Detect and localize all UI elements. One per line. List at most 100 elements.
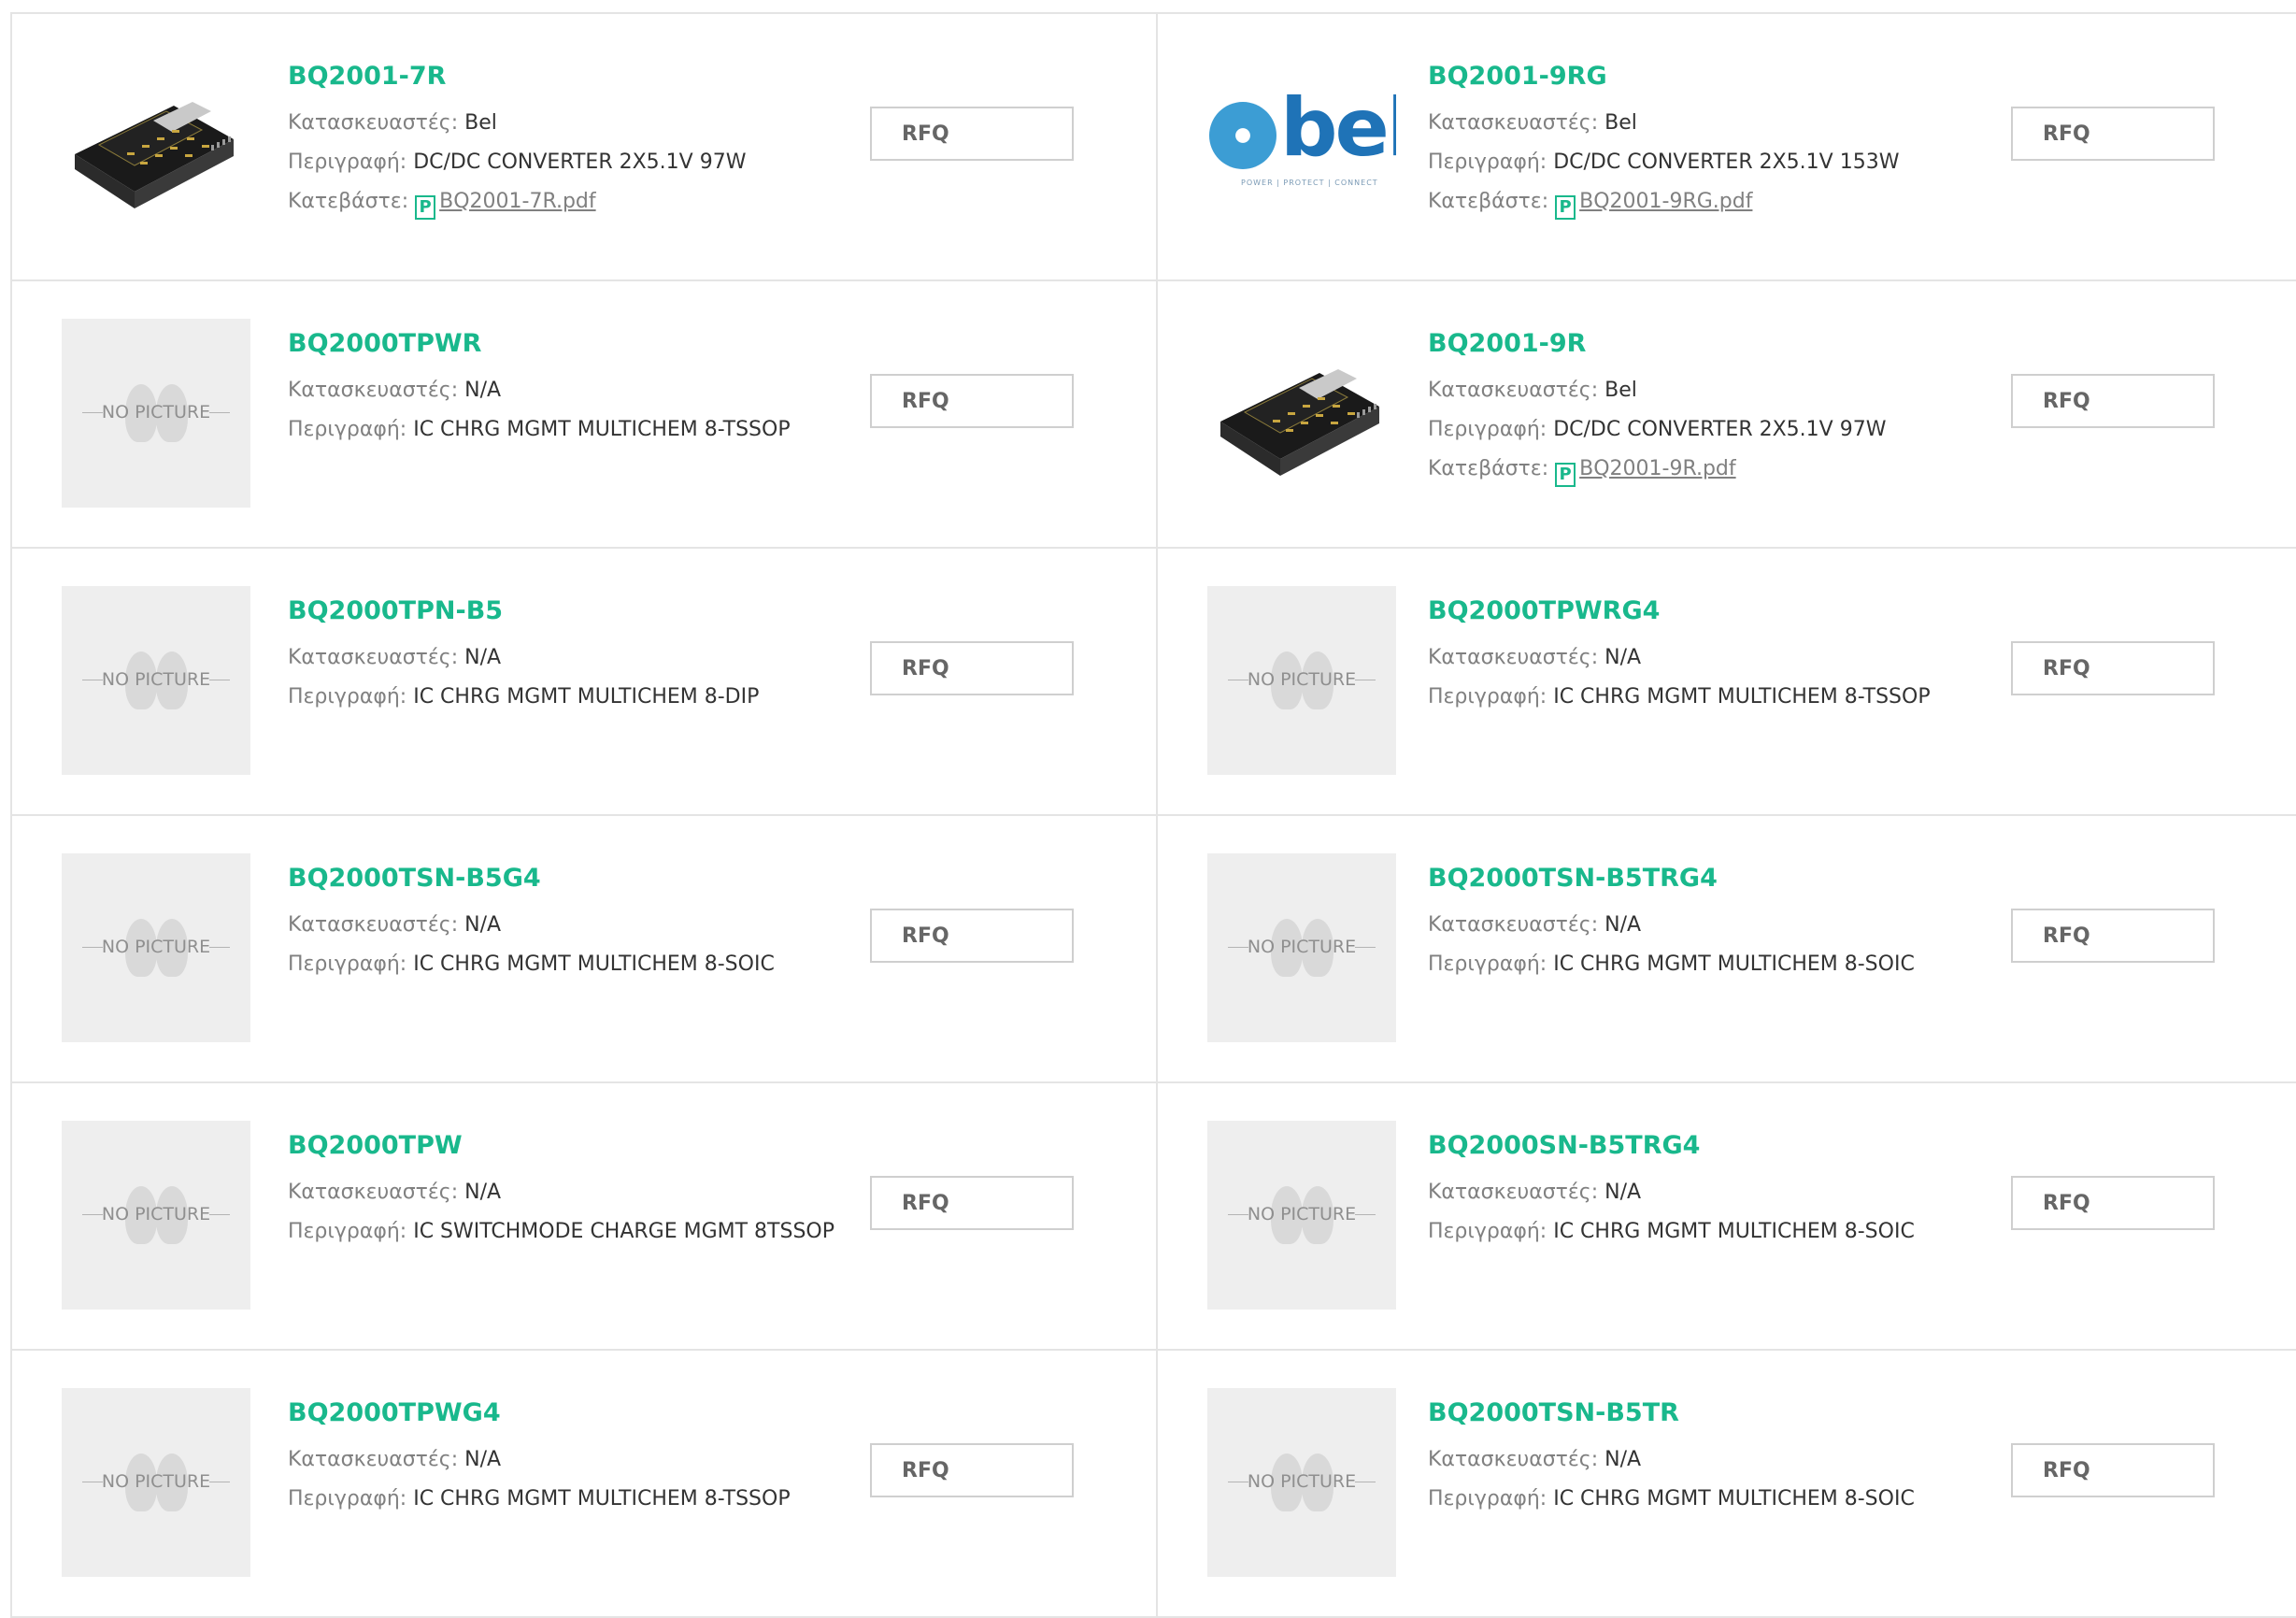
product-thumbnail[interactable]: NO PICTURE (62, 1388, 250, 1577)
rfq-button[interactable]: RFQ (870, 1176, 1074, 1230)
rfq-button[interactable]: RFQ (870, 641, 1074, 695)
part-number-link[interactable]: BQ2000TSN-B5TRG4 (1428, 863, 1989, 895)
manufacturer-label: Κατασκευαστές: (288, 111, 459, 135)
manufacturer-row: Κατασκευαστές: N/A (288, 1440, 849, 1480)
manufacturer-value: N/A (1604, 1448, 1642, 1471)
description-value: DC/DC CONVERTER 2X5.1V 97W (413, 150, 747, 174)
description-row: Περιγραφή: IC CHRG MGMT MULTICHEM 8-SOIC (288, 945, 849, 984)
manufacturer-row: Κατασκευαστές: N/A (288, 638, 849, 678)
bel-logo-tagline: POWER | PROTECT | CONNECT (1241, 179, 1378, 187)
product-info: BQ2000TSN-B5TRG4 Κατασκευαστές: N/A Περι… (1428, 863, 1989, 984)
download-label: Κατεβάστε: (1428, 190, 1549, 213)
manufacturer-row: Κατασκευαστές: N/A (288, 1173, 849, 1212)
product-info: BQ2001-9RG Κατασκευαστές: Bel Περιγραφή:… (1428, 61, 1989, 222)
description-row: Περιγραφή: IC CHRG MGMT MULTICHEM 8-SOIC (1428, 1212, 1989, 1252)
no-picture-label: NO PICTURE (1247, 1471, 1357, 1492)
product-thumbnail[interactable] (62, 51, 250, 240)
description-row: Περιγραφή: IC CHRG MGMT MULTICHEM 8-DIP (288, 678, 849, 717)
pdf-icon: P (1555, 463, 1576, 487)
description-label: Περιγραφή: (1428, 150, 1547, 174)
part-number-link[interactable]: BQ2000TPW (288, 1130, 849, 1162)
part-number-link[interactable]: BQ2000TSN-B5TR (1428, 1397, 1989, 1429)
rfq-button[interactable]: RFQ (2011, 909, 2215, 963)
part-number-link[interactable]: BQ2000SN-B5TRG4 (1428, 1130, 1989, 1162)
download-row: Κατεβάστε: P BQ2001-7R.pdf (288, 182, 849, 222)
no-picture-placeholder: NO PICTURE (62, 586, 250, 775)
product-info: BQ2000TPWRG4 Κατασκευαστές: N/A Περιγραφ… (1428, 595, 1989, 717)
download-label: Κατεβάστε: (1428, 457, 1549, 480)
manufacturer-row: Κατασκευαστές: N/A (288, 371, 849, 410)
manufacturer-row: Κατασκευαστές: N/A (1428, 638, 1989, 678)
rfq-button[interactable]: RFQ (2011, 1176, 2215, 1230)
no-picture-placeholder: NO PICTURE (62, 1121, 250, 1310)
description-value: IC CHRG MGMT MULTICHEM 8-DIP (413, 685, 760, 709)
no-picture-label: NO PICTURE (101, 402, 211, 422)
product-thumbnail[interactable]: bel POWER | PROTECT | CONNECT (1207, 51, 1396, 240)
manufacturer-row: Κατασκευαστές: Bel (1428, 104, 1989, 143)
manufacturer-value: N/A (464, 1181, 502, 1204)
part-number-link[interactable]: BQ2001-9RG (1428, 61, 1989, 93)
product-card: NO PICTURE BQ2000TPWR Κατασκευαστές: N/A… (12, 281, 1158, 549)
pdf-icon: P (1555, 195, 1576, 220)
manufacturer-row: Κατασκευαστές: N/A (288, 906, 849, 945)
product-thumbnail[interactable] (1207, 319, 1396, 508)
rfq-button[interactable]: RFQ (870, 909, 1074, 963)
product-thumbnail[interactable]: NO PICTURE (62, 319, 250, 508)
rfq-button[interactable]: RFQ (870, 374, 1074, 428)
product-thumbnail[interactable]: NO PICTURE (62, 1121, 250, 1310)
description-label: Περιγραφή: (288, 1220, 407, 1243)
manufacturer-label: Κατασκευαστές: (1428, 1448, 1599, 1471)
rfq-button[interactable]: RFQ (2011, 107, 2215, 161)
product-thumbnail[interactable]: NO PICTURE (1207, 1121, 1396, 1310)
description-row: Περιγραφή: DC/DC CONVERTER 2X5.1V 97W (1428, 410, 1989, 450)
no-picture-label: NO PICTURE (101, 1471, 211, 1492)
manufacturer-label: Κατασκευαστές: (1428, 1181, 1599, 1204)
description-label: Περιγραφή: (1428, 685, 1547, 709)
product-info: BQ2000TPWR Κατασκευαστές: N/A Περιγραφή:… (288, 328, 849, 450)
description-row: Περιγραφή: DC/DC CONVERTER 2X5.1V 97W (288, 143, 849, 182)
download-row: Κατεβάστε: P BQ2001-9RG.pdf (1428, 182, 1989, 222)
product-card: bel POWER | PROTECT | CONNECT BQ2001-9RG … (1158, 14, 2296, 281)
no-picture-label: NO PICTURE (101, 669, 211, 690)
part-number-link[interactable]: BQ2000TPWR (288, 328, 849, 360)
product-thumbnail[interactable]: NO PICTURE (62, 853, 250, 1042)
product-info: BQ2000TPN-B5 Κατασκευαστές: N/A Περιγραφ… (288, 595, 849, 717)
rfq-button[interactable]: RFQ (870, 1443, 1074, 1497)
rfq-button[interactable]: RFQ (870, 107, 1074, 161)
part-number-link[interactable]: BQ2001-7R (288, 61, 849, 93)
manufacturer-row: Κατασκευαστές: Bel (1428, 371, 1989, 410)
manufacturer-value: Bel (1604, 111, 1637, 135)
product-info: BQ2001-9R Κατασκευαστές: Bel Περιγραφή: … (1428, 328, 1989, 489)
product-info: BQ2000TSN-B5TR Κατασκευαστές: N/A Περιγρ… (1428, 1397, 1989, 1519)
manufacturer-label: Κατασκευαστές: (288, 913, 459, 937)
description-row: Περιγραφή: DC/DC CONVERTER 2X5.1V 153W (1428, 143, 1989, 182)
part-number-link[interactable]: BQ2001-9R (1428, 328, 1989, 360)
part-number-link[interactable]: BQ2000TPWRG4 (1428, 595, 1989, 627)
datasheet-link[interactable]: P BQ2001-9R.pdf (1555, 457, 1736, 487)
manufacturer-label: Κατασκευαστές: (288, 646, 459, 669)
rfq-button[interactable]: RFQ (2011, 1443, 2215, 1497)
product-thumbnail[interactable]: NO PICTURE (1207, 853, 1396, 1042)
product-thumbnail[interactable]: NO PICTURE (1207, 586, 1396, 775)
datasheet-link[interactable]: P BQ2001-7R.pdf (415, 190, 596, 220)
no-picture-placeholder: NO PICTURE (1207, 586, 1396, 775)
part-number-link[interactable]: BQ2000TPWG4 (288, 1397, 849, 1429)
description-label: Περιγραφή: (288, 1487, 407, 1511)
manufacturer-row: Κατασκευαστές: N/A (1428, 906, 1989, 945)
product-card: NO PICTURE BQ2000SN-B5TRG4 Κατασκευαστές… (1158, 1083, 2296, 1351)
part-number-link[interactable]: BQ2000TPN-B5 (288, 595, 849, 627)
manufacturer-label: Κατασκευαστές: (288, 379, 459, 402)
datasheet-link[interactable]: P BQ2001-9RG.pdf (1555, 190, 1752, 220)
description-row: Περιγραφή: IC CHRG MGMT MULTICHEM 8-SOIC (1428, 1480, 1989, 1519)
datasheet-filename: BQ2001-7R.pdf (439, 190, 596, 213)
no-picture-placeholder: NO PICTURE (1207, 853, 1396, 1042)
product-thumbnail[interactable]: NO PICTURE (62, 586, 250, 775)
download-row: Κατεβάστε: P BQ2001-9R.pdf (1428, 450, 1989, 489)
rfq-button[interactable]: RFQ (2011, 641, 2215, 695)
description-value: IC CHRG MGMT MULTICHEM 8-SOIC (1553, 1220, 1915, 1243)
part-number-link[interactable]: BQ2000TSN-B5G4 (288, 863, 849, 895)
rfq-button[interactable]: RFQ (2011, 374, 2215, 428)
product-card: NO PICTURE BQ2000TSN-B5G4 Κατασκευαστές:… (12, 816, 1158, 1083)
description-row: Περιγραφή: IC CHRG MGMT MULTICHEM 8-SOIC (1428, 945, 1989, 984)
product-thumbnail[interactable]: NO PICTURE (1207, 1388, 1396, 1577)
